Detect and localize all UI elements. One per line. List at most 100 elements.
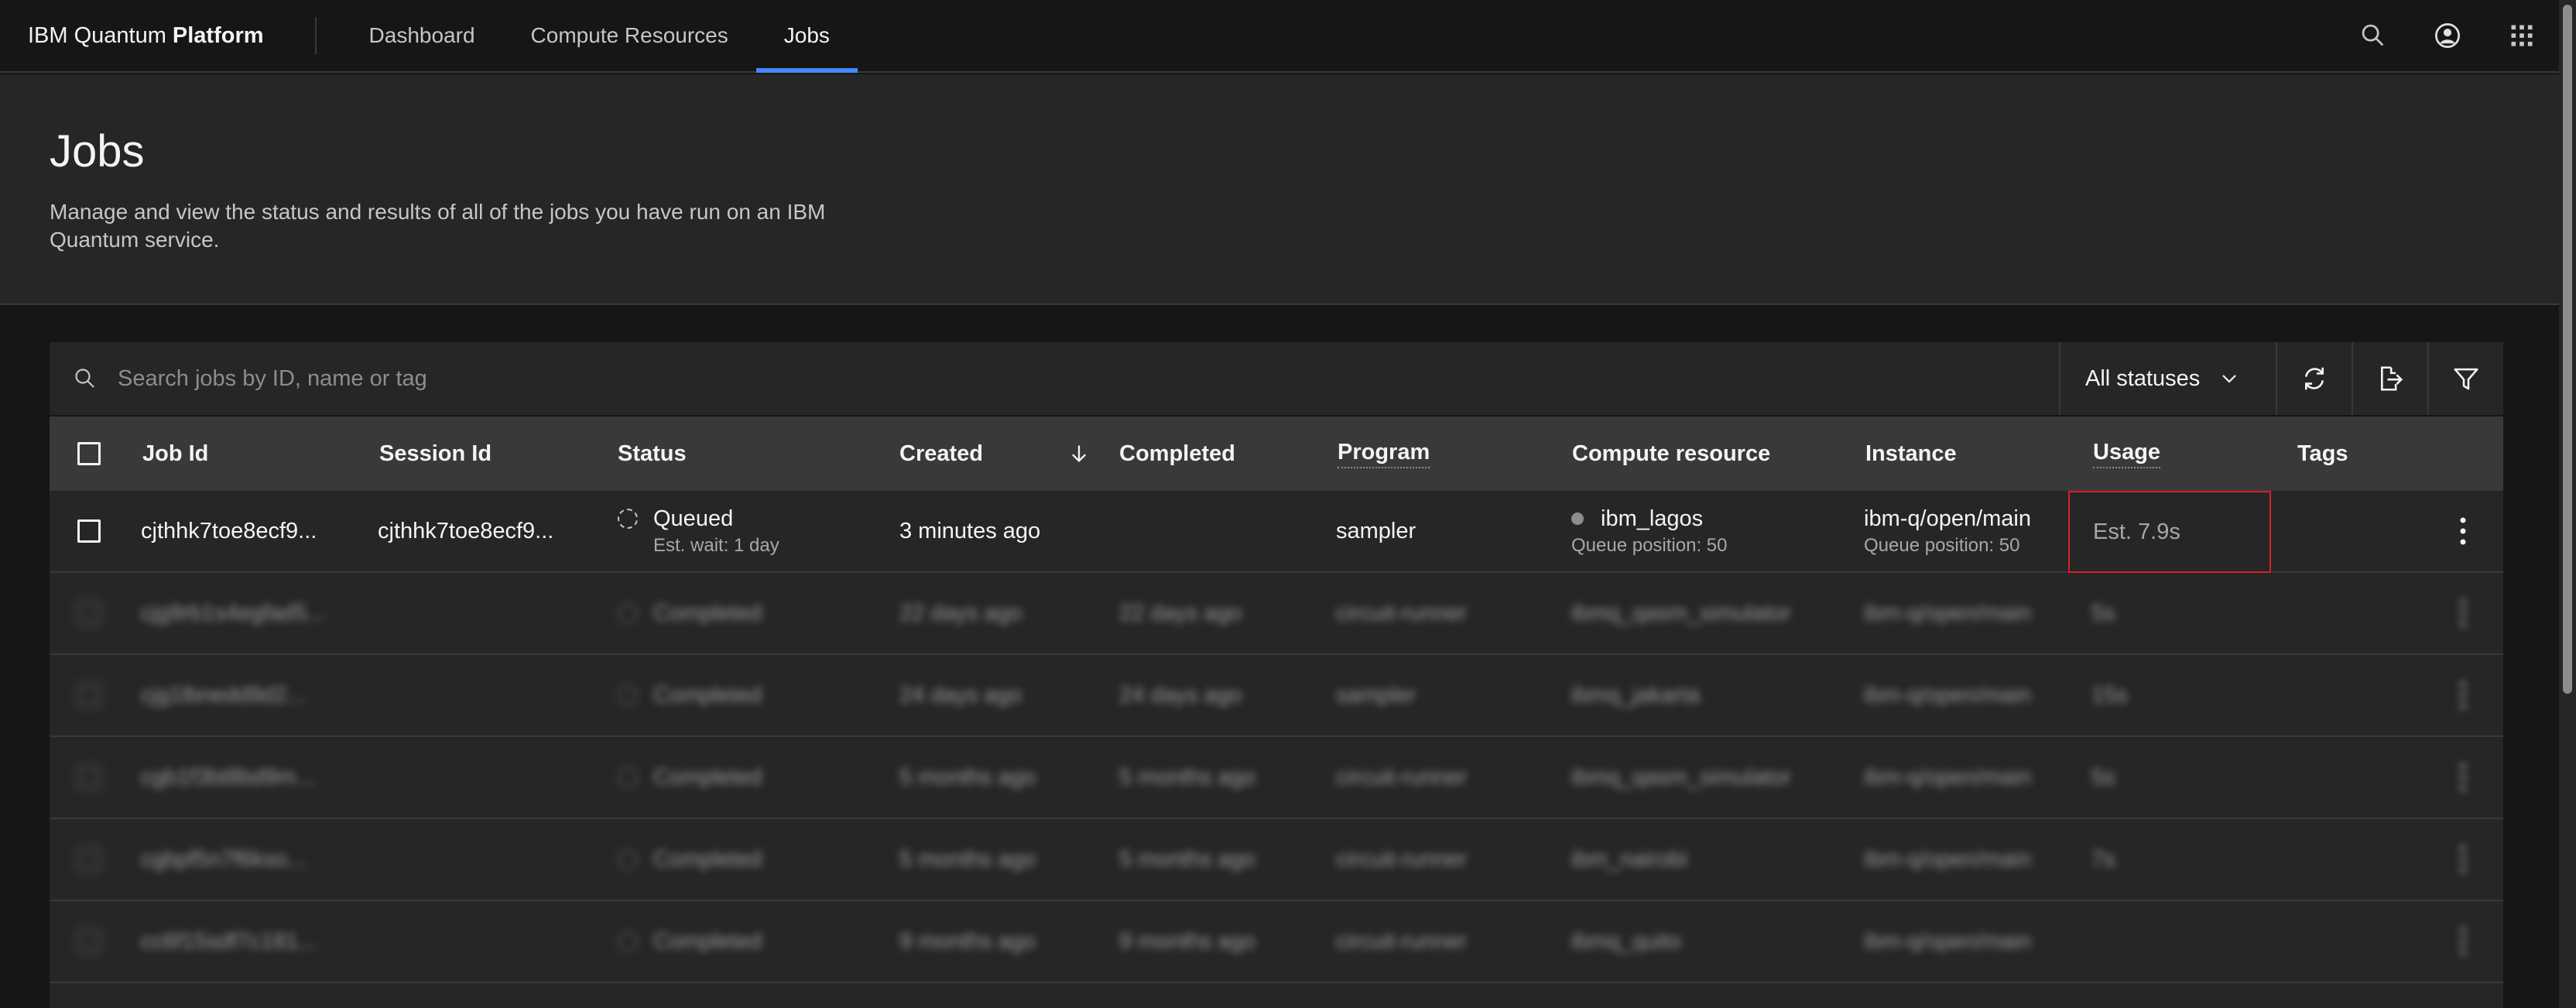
status-filter-dropdown[interactable]: All statuses bbox=[2059, 342, 2276, 415]
column-header-instance[interactable]: Instance bbox=[1865, 417, 1957, 491]
program-cell: circuit-runner bbox=[1336, 600, 1468, 626]
row-overflow-menu-button[interactable] bbox=[2441, 491, 2485, 571]
row-checkbox[interactable] bbox=[77, 602, 101, 625]
completed-cell: 24 days ago bbox=[1119, 682, 1242, 708]
status-cell: Completed bbox=[618, 819, 762, 900]
row-select-cell bbox=[77, 491, 101, 571]
column-header-job-id: Job Id bbox=[142, 441, 209, 466]
column-header-compute-resource[interactable]: Compute resource bbox=[1572, 417, 1770, 491]
row-select-cell bbox=[77, 655, 101, 735]
resource-status-dot bbox=[1571, 513, 1584, 525]
program-cell: circuit-runner bbox=[1336, 764, 1468, 790]
instance-cell: ibm-q/open/main bbox=[1864, 928, 2031, 954]
row-overflow-menu-button[interactable] bbox=[2441, 901, 2485, 982]
row-checkbox[interactable] bbox=[77, 519, 101, 543]
status-icon bbox=[618, 767, 638, 787]
usage-cell: 7s bbox=[2091, 846, 2115, 872]
job-id-cell[interactable]: cgbpf5n7f6kso... bbox=[141, 819, 306, 900]
search-jobs-input[interactable] bbox=[118, 365, 1201, 392]
instance-cell: ibm-q/open/main bbox=[1864, 764, 2031, 790]
program-cell: circuit-runner bbox=[1336, 928, 1468, 954]
usage-cell: 15s bbox=[2091, 682, 2128, 708]
column-header-usage[interactable]: Usage bbox=[2093, 417, 2161, 491]
job-id-cell[interactable]: cjg9rb1s4egfad5... bbox=[141, 573, 326, 653]
table-toolbar: All statuses bbox=[50, 342, 2503, 417]
filter-button[interactable] bbox=[2427, 342, 2503, 415]
brand-logo[interactable]: IBM Quantum Platform bbox=[0, 0, 315, 71]
search-button[interactable] bbox=[2336, 0, 2410, 72]
sort-descending-icon[interactable] bbox=[1068, 443, 1090, 465]
compute-resource-cell: ibmq_jakarta bbox=[1571, 682, 1701, 708]
refresh-button[interactable] bbox=[2276, 342, 2352, 415]
table-row[interactable]: cc6f15sdf7c181... Completed 9 months ago… bbox=[50, 901, 2503, 983]
scrollbar-thumb[interactable] bbox=[2563, 5, 2572, 694]
overflow-menu-vertical-icon bbox=[2460, 845, 2466, 873]
created-cell: 5 months ago bbox=[899, 846, 1036, 872]
select-all-checkbox[interactable] bbox=[77, 442, 101, 465]
row-overflow-menu-button[interactable] bbox=[2441, 737, 2485, 818]
row-overflow-menu-button[interactable] bbox=[2441, 819, 2485, 900]
resource-name: ibm_lagos bbox=[1601, 506, 1704, 531]
nav-item-dashboard[interactable]: Dashboard bbox=[341, 0, 503, 71]
main-nav: Dashboard Compute Resources Jobs bbox=[341, 0, 858, 73]
job-id-cell[interactable]: cjg1lbnedd9d2... bbox=[141, 655, 306, 735]
job-id-cell[interactable]: cgb1f3bt8bd9m... bbox=[141, 737, 314, 818]
created-cell: 3 minutes ago bbox=[899, 518, 1041, 543]
created-cell: 9 months ago bbox=[899, 928, 1036, 954]
select-all-cell bbox=[77, 417, 101, 491]
row-overflow-menu-button[interactable] bbox=[2441, 573, 2485, 653]
compute-resource-cell: ibmq_qasm_simulator bbox=[1571, 764, 1791, 790]
search-icon bbox=[2362, 24, 2384, 46]
page-scrollbar[interactable] bbox=[2559, 0, 2576, 1008]
resource-subtext: Queue position: 50 bbox=[1571, 534, 1728, 556]
column-header-completed[interactable]: Completed bbox=[1119, 417, 1235, 491]
row-checkbox[interactable] bbox=[77, 848, 101, 871]
jobs-table-panel: All statuses Job Id Session Id Status Cr… bbox=[50, 342, 2503, 1008]
app-switcher-button[interactable] bbox=[2485, 0, 2559, 72]
brand-bold: Platform bbox=[172, 22, 264, 48]
job-id-cell[interactable]: cjthhk7toe8ecf9... bbox=[141, 491, 317, 571]
column-header-program[interactable]: Program bbox=[1338, 417, 1430, 491]
job-id-cell[interactable]: cc6f15sdf7c181... bbox=[141, 901, 317, 982]
session-id-cell[interactable]: cjthhk7toe8ecf9... bbox=[378, 491, 553, 571]
status-subtext: Est. wait: 1 day bbox=[653, 534, 779, 556]
usage-cell: 5s bbox=[2091, 764, 2115, 790]
search-icon bbox=[75, 369, 94, 388]
program-cell: circuit-runner bbox=[1336, 846, 1468, 872]
table-row[interactable]: cjthhk7toe8ecf9... cjthhk7toe8ecf9... Qu… bbox=[50, 491, 2503, 573]
program-cell: sampler bbox=[1336, 682, 1416, 708]
compute-resource-cell: ibm_lagos Queue position: 50 bbox=[1571, 491, 1727, 571]
table-row[interactable]: cjg9rb1s4egfad5... Completed 22 days ago… bbox=[50, 573, 2503, 655]
header-actions bbox=[2336, 0, 2559, 71]
user-profile-button[interactable] bbox=[2410, 0, 2485, 72]
column-header-session-id: Session Id bbox=[379, 441, 492, 466]
usage-cell-highlighted: Est. 7.9s bbox=[2068, 491, 2271, 573]
nav-item-jobs[interactable]: Jobs bbox=[755, 0, 858, 73]
status-cell: Completed bbox=[618, 901, 762, 982]
usage-cell: 5s bbox=[2091, 600, 2115, 626]
program-cell: sampler bbox=[1336, 518, 1416, 543]
row-checkbox[interactable] bbox=[77, 766, 101, 789]
column-header-created[interactable]: Created bbox=[899, 417, 1090, 491]
export-button[interactable] bbox=[2352, 342, 2427, 415]
row-checkbox[interactable] bbox=[77, 684, 101, 707]
queued-status-icon bbox=[618, 509, 638, 529]
top-navigation-bar: IBM Quantum Platform Dashboard Compute R… bbox=[0, 0, 2559, 73]
nav-item-compute-resources[interactable]: Compute Resources bbox=[503, 0, 756, 71]
instance-subtext: Queue position: 50 bbox=[1864, 534, 2020, 556]
page-header: Jobs Manage and view the status and resu… bbox=[0, 74, 2559, 305]
instance-cell: ibm-q/open/main Queue position: 50 bbox=[1864, 491, 2031, 571]
row-overflow-menu-button[interactable] bbox=[2441, 655, 2485, 735]
status-icon bbox=[618, 603, 638, 623]
row-select-cell bbox=[77, 573, 101, 653]
refresh-icon bbox=[2305, 367, 2324, 390]
compute-resource-cell: ibm_nairobi bbox=[1571, 846, 1687, 872]
page-title: Jobs bbox=[50, 126, 145, 177]
table-row[interactable]: cgbpf5n7f6kso... Completed 5 months ago … bbox=[50, 819, 2503, 901]
row-checkbox[interactable] bbox=[77, 930, 101, 953]
table-row[interactable]: cjg1lbnedd9d2... Completed 24 days ago 2… bbox=[50, 655, 2503, 737]
created-cell: 5 months ago bbox=[899, 764, 1036, 790]
table-row[interactable]: cgb1f3bt8bd9m... Completed 5 months ago … bbox=[50, 737, 2503, 819]
search-container bbox=[50, 342, 2059, 415]
page-description: Manage and view the status and results o… bbox=[50, 200, 826, 252]
